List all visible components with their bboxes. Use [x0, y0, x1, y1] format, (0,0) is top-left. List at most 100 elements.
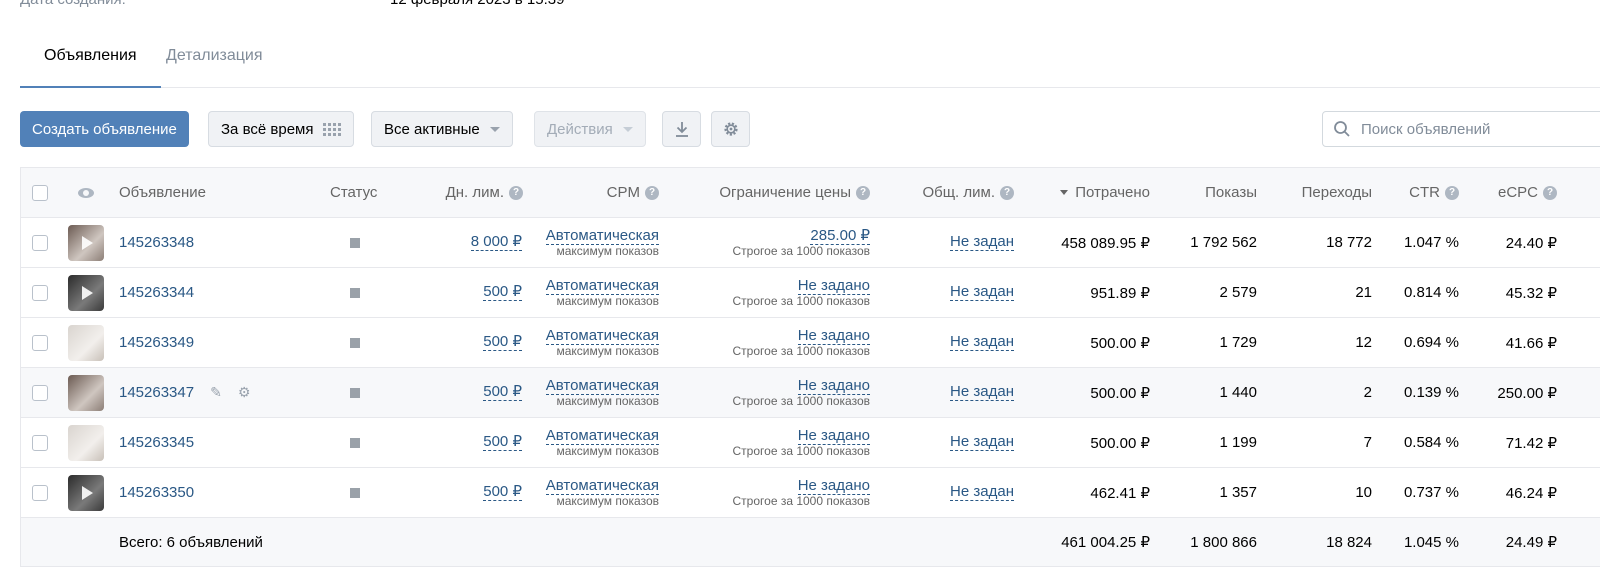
cpm-value[interactable]: Автоматическая — [545, 227, 659, 245]
play-icon — [82, 235, 93, 250]
help-icon[interactable]: ? — [1543, 185, 1557, 200]
total-limit-value[interactable]: Не задан — [950, 284, 1014, 301]
creation-date-row: Дата создания: 12 февраля 2023 в 15:39 — [20, 0, 1600, 11]
ad-id-link[interactable]: 145263349 — [119, 334, 194, 351]
column-total-limit[interactable]: Общ. лим.? — [891, 168, 1014, 217]
ad-id-link[interactable]: 145263345 — [119, 434, 194, 451]
row-checkbox[interactable] — [32, 384, 48, 401]
status-indicator — [350, 337, 360, 348]
tabs-bar: Объявления Детализация — [20, 38, 1600, 88]
row-checkbox[interactable] — [32, 234, 48, 251]
price-limit-sub: Строгое за 1000 показов — [732, 393, 870, 408]
help-icon[interactable]: ? — [645, 185, 659, 200]
column-spent[interactable]: Потрачено — [1021, 168, 1150, 217]
column-impressions[interactable]: Показы — [1161, 168, 1257, 217]
tab-ads[interactable]: Объявления — [20, 38, 161, 88]
select-all-cell — [32, 168, 48, 217]
ecpc-cell: 46.24 ₽ — [1505, 484, 1557, 502]
daily-limit-value[interactable]: 500 ₽ — [483, 384, 522, 401]
ad-thumbnail[interactable] — [68, 224, 104, 261]
cpm-sub: максимум показов — [556, 343, 660, 358]
total-limit-value[interactable]: Не задан — [950, 484, 1014, 501]
status-filter-select[interactable]: Все активные — [371, 111, 513, 147]
daily-limit-value[interactable]: 500 ₽ — [483, 434, 522, 451]
ad-id-link[interactable]: 145263347 — [119, 384, 194, 401]
tab-details[interactable]: Детализация — [142, 38, 287, 87]
column-status[interactable]: Статус — [330, 168, 377, 217]
price-limit-value[interactable]: Не задано — [797, 477, 870, 495]
help-icon[interactable]: ? — [1445, 185, 1459, 200]
ad-thumbnail[interactable] — [68, 324, 104, 361]
row-checkbox[interactable] — [32, 484, 48, 501]
price-limit-value[interactable]: 285.00 ₽ — [810, 227, 870, 245]
cpm-cell: Автоматическая максимум показов — [521, 218, 659, 267]
cpm-value[interactable]: Автоматическая — [545, 277, 659, 295]
ad-thumbnail[interactable] — [68, 274, 104, 311]
column-ecpc[interactable]: eCPC? — [1461, 168, 1557, 217]
table-header: Объявление Статус Дн. лим.? CPM? Огранич… — [20, 168, 1600, 218]
column-daily-limit[interactable]: Дн. лим.? — [401, 168, 523, 217]
price-limit-value[interactable]: Не задано — [797, 277, 870, 295]
download-button[interactable] — [662, 111, 701, 147]
create-ad-button[interactable]: Создать объявление — [20, 111, 189, 147]
status-cell — [350, 468, 360, 517]
select-all-checkbox[interactable] — [32, 184, 48, 201]
column-clicks[interactable]: Переходы — [1271, 168, 1372, 217]
cpm-sub: максимум показов — [556, 393, 660, 408]
daily-limit-value[interactable]: 8 000 ₽ — [470, 234, 522, 251]
status-cell — [350, 218, 360, 267]
edit-icon[interactable]: ✎ — [210, 384, 222, 401]
total-limit-value[interactable]: Не задан — [950, 334, 1014, 351]
actions-select[interactable]: Действия — [534, 111, 646, 147]
settings-button[interactable] — [711, 111, 750, 147]
cpm-value[interactable]: Автоматическая — [545, 477, 659, 495]
ad-thumbnail[interactable] — [68, 374, 104, 411]
price-limit-value[interactable]: Не задано — [797, 327, 870, 345]
column-price-limit[interactable]: Ограничение цены? — [669, 168, 870, 217]
help-icon[interactable]: ? — [1000, 185, 1014, 200]
cpm-value[interactable]: Автоматическая — [545, 377, 659, 395]
ad-thumbnail[interactable] — [68, 474, 104, 511]
column-ctr[interactable]: CTR? — [1381, 168, 1459, 217]
gear-icon[interactable]: ⚙ — [238, 384, 251, 401]
help-icon[interactable]: ? — [856, 185, 870, 200]
search-input[interactable] — [1359, 119, 1600, 139]
ad-id-link[interactable]: 145263344 — [119, 284, 194, 301]
total-limit-cell: Не задан — [891, 318, 1014, 367]
ctr-cell: 1.047 % — [1403, 234, 1459, 251]
daily-limit-cell: 8 000 ₽ — [401, 218, 522, 267]
price-limit-value[interactable]: Не задано — [797, 377, 870, 395]
row-checkbox[interactable] — [32, 284, 48, 301]
total-limit-value[interactable]: Не задан — [950, 384, 1014, 401]
cpm-value[interactable]: Автоматическая — [545, 427, 659, 445]
daily-limit-value[interactable]: 500 ₽ — [483, 334, 522, 351]
price-limit-value[interactable]: Не задано — [797, 427, 870, 445]
table-row: 145263350 500 ₽ Автоматическая максимум п… — [20, 468, 1600, 518]
period-select[interactable]: За всё время — [208, 111, 355, 147]
impressions-cell: 2 579 — [1219, 284, 1257, 301]
column-ad[interactable]: Объявление — [119, 168, 206, 217]
row-checkbox[interactable] — [32, 434, 48, 451]
help-icon[interactable]: ? — [509, 185, 523, 200]
price-limit-sub: Строгое за 1000 показов — [732, 243, 870, 258]
ad-id-link[interactable]: 145263348 — [119, 234, 194, 251]
total-ecpc: 24.49 ₽ — [1505, 534, 1557, 551]
daily-limit-value[interactable]: 500 ₽ — [483, 284, 522, 301]
ad-thumbnail[interactable] — [68, 424, 104, 461]
price-limit-sub: Строгое за 1000 показов — [732, 443, 870, 458]
total-limit-value[interactable]: Не задан — [950, 434, 1014, 451]
actions-label: Действия — [547, 120, 613, 138]
search-box — [1322, 111, 1600, 147]
ad-id-link[interactable]: 145263350 — [119, 484, 194, 501]
cpm-sub: максимум показов — [556, 443, 660, 458]
status-cell — [350, 318, 360, 367]
column-cpm-label: CPM — [606, 184, 640, 201]
daily-limit-value[interactable]: 500 ₽ — [483, 484, 522, 501]
column-cpm[interactable]: CPM? — [541, 168, 659, 217]
total-clicks: 18 824 — [1326, 533, 1372, 551]
table-total-row: Всего: 6 объявлений 461 004.25 ₽ 1 800 8… — [20, 518, 1600, 567]
row-checkbox[interactable] — [32, 334, 48, 351]
total-limit-value[interactable]: Не задан — [950, 234, 1014, 251]
thumb-cell — [68, 318, 104, 367]
cpm-value[interactable]: Автоматическая — [545, 327, 659, 345]
